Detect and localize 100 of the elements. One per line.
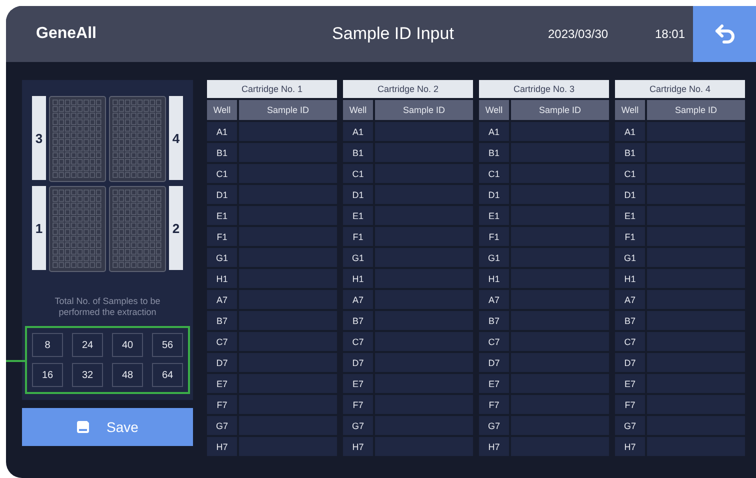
- well-cell: D7: [207, 353, 237, 372]
- well-cell: D1: [615, 185, 645, 204]
- well-cell: C7: [343, 332, 373, 351]
- well-cell: G1: [479, 248, 509, 267]
- well-cell: D1: [343, 185, 373, 204]
- well-cell: G7: [207, 416, 237, 435]
- well-cell: H1: [207, 269, 237, 288]
- cartridge-header: Cartridge No. 4: [615, 80, 745, 98]
- well-plate-icon: [49, 96, 106, 182]
- page-title: Sample ID Input: [331, 24, 455, 44]
- column-header: Sample ID: [511, 100, 609, 120]
- well-cell: C7: [615, 332, 645, 351]
- well-cell: C7: [479, 332, 509, 351]
- sample-count-button[interactable]: 16: [32, 363, 63, 387]
- well-cell: C1: [207, 164, 237, 183]
- well-cell: G7: [343, 416, 373, 435]
- well-cell: B1: [615, 143, 645, 162]
- well-cell: H7: [207, 437, 237, 456]
- well-cell: A1: [479, 122, 509, 141]
- well-cell: G1: [343, 248, 373, 267]
- well-cell: C1: [615, 164, 645, 183]
- brand-logo: GeneAll: [36, 25, 98, 43]
- well-cell: A7: [207, 290, 237, 309]
- sample-count-button[interactable]: 8: [32, 333, 63, 357]
- well-cell: E1: [343, 206, 373, 225]
- well-cell: F7: [207, 395, 237, 414]
- well-cell: F1: [343, 227, 373, 246]
- column-header: Well: [343, 100, 373, 120]
- sample-count-button[interactable]: 64: [152, 363, 183, 387]
- well-cell: D7: [343, 353, 373, 372]
- well-cell: A1: [343, 122, 373, 141]
- well-cell: H7: [615, 437, 645, 456]
- column-header: Well: [615, 100, 645, 120]
- well-plate-icon: [109, 96, 166, 182]
- cartridge-slot-label: 2: [169, 186, 183, 270]
- return-arrow-icon: [712, 22, 736, 46]
- sample-count-button[interactable]: 56: [152, 333, 183, 357]
- column-header: Well: [207, 100, 237, 120]
- well-cell: D1: [479, 185, 509, 204]
- well-cell: H1: [343, 269, 373, 288]
- well-cell: E7: [615, 374, 645, 393]
- well-cell: D7: [479, 353, 509, 372]
- back-button[interactable]: [693, 6, 756, 62]
- well-cell: F1: [479, 227, 509, 246]
- well-cell: G1: [207, 248, 237, 267]
- well-cell: B7: [343, 311, 373, 330]
- column-header: Sample ID: [239, 100, 337, 120]
- well-cell: F1: [207, 227, 237, 246]
- well-cell: G7: [479, 416, 509, 435]
- well-plate-icon: [109, 186, 166, 272]
- well-cell: E1: [479, 206, 509, 225]
- well-cell: B1: [479, 143, 509, 162]
- save-icon: [76, 421, 89, 433]
- sample-count-button[interactable]: 32: [72, 363, 103, 387]
- column-header: Sample ID: [647, 100, 745, 120]
- well-cell: H7: [343, 437, 373, 456]
- column-header: Sample ID: [375, 100, 473, 120]
- well-cell: E7: [207, 374, 237, 393]
- well-cell: B1: [343, 143, 373, 162]
- well-cell: H1: [615, 269, 645, 288]
- well-cell: E7: [479, 374, 509, 393]
- well-cell: F7: [479, 395, 509, 414]
- cartridge-header: Cartridge No. 1: [207, 80, 337, 98]
- well-cell: A7: [479, 290, 509, 309]
- well-cell: E1: [207, 206, 237, 225]
- well-cell: A7: [343, 290, 373, 309]
- well-cell: B7: [479, 311, 509, 330]
- date-text: 2023/03/30: [548, 27, 610, 41]
- well-cell: C1: [479, 164, 509, 183]
- well-cell: B7: [207, 311, 237, 330]
- well-cell: C1: [343, 164, 373, 183]
- well-cell: F1: [615, 227, 645, 246]
- time-text: 18:01: [655, 27, 686, 41]
- well-cell: A1: [207, 122, 237, 141]
- well-cell: G1: [615, 248, 645, 267]
- well-cell: G7: [615, 416, 645, 435]
- well-cell: A7: [615, 290, 645, 309]
- cartridge-slot-label: 3: [32, 96, 46, 180]
- cartridge-header: Cartridge No. 2: [343, 80, 473, 98]
- well-cell: H7: [479, 437, 509, 456]
- column-header: Well: [479, 100, 509, 120]
- well-cell: B1: [207, 143, 237, 162]
- cartridge-slot-label: 1: [32, 186, 46, 270]
- well-cell: E7: [343, 374, 373, 393]
- well-plate-icon: [49, 186, 106, 272]
- cartridge-slot-label: 4: [169, 96, 183, 180]
- sample-count-button[interactable]: 40: [112, 333, 143, 357]
- well-cell: D1: [207, 185, 237, 204]
- well-cell: D7: [615, 353, 645, 372]
- sample-count-caption: Total No. of Samples to be performed the extraction: [54, 296, 162, 318]
- well-cell: F7: [343, 395, 373, 414]
- well-cell: E1: [615, 206, 645, 225]
- sample-count-button[interactable]: 24: [72, 333, 103, 357]
- well-cell: F7: [615, 395, 645, 414]
- well-cell: H1: [479, 269, 509, 288]
- cartridge-header: Cartridge No. 3: [479, 80, 609, 98]
- sample-count-button[interactable]: 48: [112, 363, 143, 387]
- well-cell: A1: [615, 122, 645, 141]
- well-cell: C7: [207, 332, 237, 351]
- well-cell: B7: [615, 311, 645, 330]
